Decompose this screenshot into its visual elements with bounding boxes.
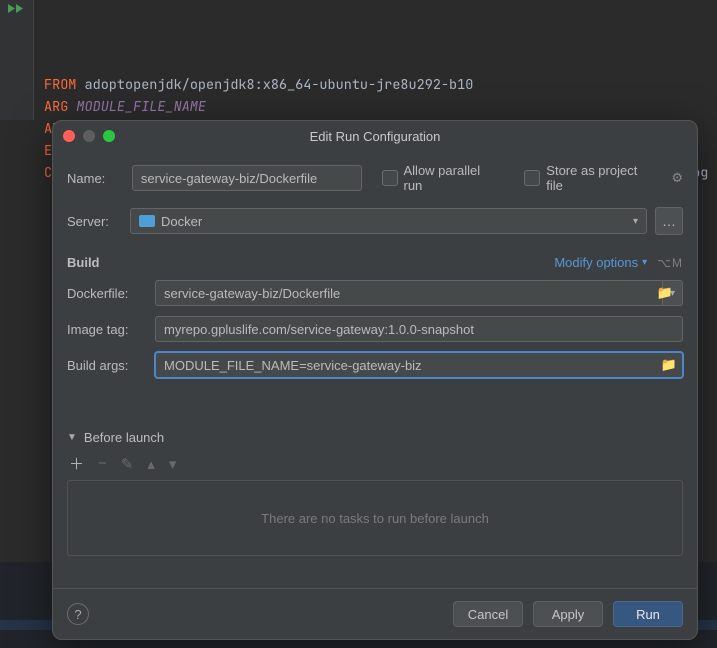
modify-options-link[interactable]: Modify options ▾ <box>554 255 647 270</box>
run-button-label: Run <box>636 607 660 622</box>
dockerfile-label: Dockerfile: <box>67 286 145 301</box>
build-args-input[interactable]: MODULE_FILE_NAME=service-gateway-biz 📁 <box>155 352 683 378</box>
move-up-button: ▴ <box>147 455 155 473</box>
apply-button[interactable]: Apply <box>533 601 603 627</box>
allow-parallel-checkbox[interactable]: Allow parallel run <box>382 163 503 193</box>
gear-icon[interactable]: ⚙ <box>671 170 683 186</box>
image-tag-input[interactable]: myrepo.gpluslife.com/service-gateway:1.0… <box>155 316 683 342</box>
docker-icon <box>139 215 155 227</box>
help-icon: ? <box>74 607 81 622</box>
server-combo-value: Docker <box>161 214 202 229</box>
server-label: Server: <box>67 214 122 229</box>
add-task-button[interactable]: ＋ <box>69 453 84 474</box>
gutter <box>0 0 34 120</box>
checkbox-icon <box>382 170 398 186</box>
build-section-title: Build <box>67 255 100 270</box>
image-tag-label: Image tag: <box>67 322 145 337</box>
cancel-button-label: Cancel <box>468 607 508 622</box>
edit-run-config-dialog: Edit Run Configuration Name: service-gat… <box>52 120 698 640</box>
modify-options-label: Modify options <box>554 255 638 270</box>
dockerfile-input[interactable]: service-gateway-biz/Dockerfile 📁 <box>155 280 663 306</box>
edit-task-button: ✎ <box>121 455 134 473</box>
store-as-project-file-checkbox[interactable]: Store as project file <box>524 163 657 193</box>
build-args-label: Build args: <box>67 358 145 373</box>
image-tag-input-value: myrepo.gpluslife.com/service-gateway:1.0… <box>164 322 474 337</box>
before-launch-header[interactable]: ▼ Before launch <box>67 430 683 445</box>
cancel-button[interactable]: Cancel <box>453 601 523 627</box>
chevron-down-icon: ▾ <box>633 216 638 227</box>
remove-task-button: − <box>98 455 107 472</box>
server-browse-button[interactable]: … <box>655 207 683 235</box>
name-input[interactable]: service-gateway-biz/Dockerfile <box>132 165 362 191</box>
code-editor: FROM adoptopenjdk/openjdk8:x86_64-ubuntu… <box>0 0 717 120</box>
chevron-down-icon: ▾ <box>642 257 647 268</box>
name-input-value: service-gateway-biz/Dockerfile <box>141 171 317 186</box>
allow-parallel-label: Allow parallel run <box>404 163 503 193</box>
folder-icon[interactable]: 📁 <box>657 285 673 301</box>
ellipsis-icon: … <box>662 213 676 229</box>
before-launch-label: Before launch <box>84 430 164 445</box>
name-label: Name: <box>67 171 122 186</box>
modify-options-shortcut: ⌥M <box>657 256 683 270</box>
dialog-titlebar: Edit Run Configuration <box>53 121 697 151</box>
server-combo[interactable]: Docker ▾ <box>130 208 647 234</box>
build-args-input-value: MODULE_FILE_NAME=service-gateway-biz <box>164 358 422 373</box>
store-as-file-label: Store as project file <box>546 163 657 193</box>
disclosure-triangle-icon: ▼ <box>67 432 77 443</box>
before-launch-task-list: There are no tasks to run before launch <box>67 480 683 556</box>
help-button[interactable]: ? <box>67 603 89 625</box>
move-down-button: ▾ <box>169 455 177 473</box>
folder-icon[interactable]: 📁 <box>661 357 677 373</box>
run-button[interactable]: Run <box>613 601 683 627</box>
dialog-title: Edit Run Configuration <box>53 129 697 144</box>
checkbox-icon <box>524 170 540 186</box>
before-launch-empty-text: There are no tasks to run before launch <box>261 511 489 526</box>
apply-button-label: Apply <box>552 607 585 622</box>
dockerfile-input-value: service-gateway-biz/Dockerfile <box>164 286 340 301</box>
run-gutter-icon[interactable] <box>8 4 26 18</box>
